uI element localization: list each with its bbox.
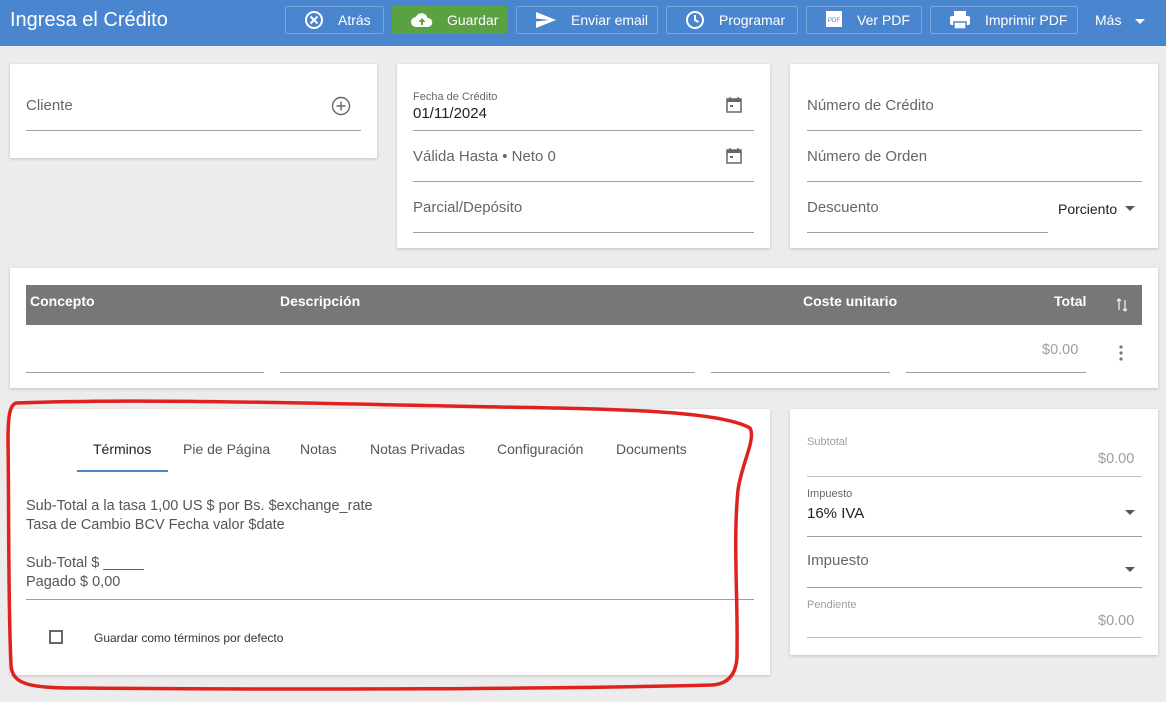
coste-unitario-input[interactable] xyxy=(711,372,890,373)
tax2-select-underline[interactable] xyxy=(807,587,1142,588)
subtotal-value: $0.00 xyxy=(1098,451,1135,467)
row-total-value: $0.00 xyxy=(1042,342,1079,358)
print-pdf-button[interactable]: Imprimir PDF xyxy=(930,6,1078,34)
view-pdf-label: Ver PDF xyxy=(857,12,910,28)
tax-small-label: Impuesto xyxy=(807,488,853,500)
valid-until-label: Válida Hasta • Neto 0 xyxy=(413,148,556,165)
pdf-icon: PDF xyxy=(826,11,842,27)
add-client-icon[interactable] xyxy=(331,96,351,116)
tab-configuracion[interactable]: Configuración xyxy=(497,441,583,457)
default-terms-checkbox[interactable] xyxy=(49,630,63,644)
sort-icon[interactable] xyxy=(1115,296,1129,314)
order-number-underline[interactable] xyxy=(807,181,1142,182)
calendar-icon[interactable] xyxy=(725,96,743,114)
pending-underline xyxy=(807,637,1142,638)
order-number-label: Número de Orden xyxy=(807,148,928,165)
client-field-underline[interactable] xyxy=(26,130,361,131)
concepto-input[interactable] xyxy=(26,372,264,373)
discount-type-select[interactable]: Porciento xyxy=(1058,201,1117,217)
svg-text:PDF: PDF xyxy=(828,18,840,24)
schedule-button[interactable]: Programar xyxy=(666,6,798,34)
client-label: Cliente xyxy=(26,97,73,114)
col-total: Total xyxy=(1054,293,1087,309)
valid-until-underline[interactable] xyxy=(413,181,754,182)
send-icon xyxy=(536,12,556,28)
view-pdf-button[interactable]: PDF Ver PDF xyxy=(806,6,922,34)
tab-notas-privadas[interactable]: Notas Privadas xyxy=(370,441,465,457)
discount-type-value: Porciento xyxy=(1058,201,1118,217)
printer-icon xyxy=(950,11,970,30)
save-button-label: Guardar xyxy=(447,12,499,28)
more-menu[interactable]: Más xyxy=(1095,12,1146,28)
tax2-label: Impuesto xyxy=(807,552,869,569)
tab-documents[interactable]: Documents xyxy=(616,441,687,457)
default-terms-label: Guardar como términos por defecto xyxy=(94,631,284,645)
send-email-button[interactable]: Enviar email xyxy=(516,6,658,34)
terms-line-1[interactable]: Sub-Total a la tasa 1,00 US $ por Bs. $e… xyxy=(26,498,373,514)
discount-label: Descuento xyxy=(807,199,879,216)
tax-select-underline[interactable] xyxy=(807,536,1142,537)
save-button[interactable]: Guardar xyxy=(392,6,508,34)
credit-number-label: Número de Crédito xyxy=(807,97,934,114)
discount-underline[interactable] xyxy=(807,232,1048,233)
chevron-down-icon xyxy=(1135,18,1146,24)
terms-underline xyxy=(26,599,754,600)
active-tab-indicator xyxy=(77,470,168,472)
print-pdf-label: Imprimir PDF xyxy=(985,12,1068,28)
col-concepto: Concepto xyxy=(30,293,95,309)
total-input xyxy=(906,372,1086,373)
terms-line-5[interactable]: Pagado $ 0,00 xyxy=(26,574,120,590)
pending-value: $0.00 xyxy=(1098,613,1135,629)
page-title: Ingresa el Crédito xyxy=(10,9,168,31)
top-bar: Ingresa el Crédito Atrás Guardar Enviar … xyxy=(0,0,1166,46)
terms-line-2[interactable]: Tasa de Cambio BCV Fecha valor $date xyxy=(26,517,285,533)
chevron-down-icon[interactable] xyxy=(1125,567,1135,572)
credit-number-underline[interactable] xyxy=(807,130,1142,131)
schedule-label: Programar xyxy=(719,12,786,28)
credit-date-underline xyxy=(413,130,754,131)
partial-deposit-label: Parcial/Depósito xyxy=(413,199,523,216)
cloud-upload-icon xyxy=(411,13,433,27)
send-email-label: Enviar email xyxy=(571,12,649,28)
subtotal-label: Subtotal xyxy=(807,436,848,448)
col-descripcion: Descripción xyxy=(280,293,361,309)
descripcion-input[interactable] xyxy=(280,372,695,373)
items-table-header: Concepto Descripción Coste unitario Tota… xyxy=(26,285,1142,325)
back-button[interactable]: Atrás xyxy=(285,6,384,34)
partial-deposit-underline[interactable] xyxy=(413,232,754,233)
more-vert-icon[interactable] xyxy=(1116,344,1126,364)
chevron-down-icon[interactable] xyxy=(1125,206,1135,211)
subtotal-underline xyxy=(807,476,1142,477)
chevron-down-icon[interactable] xyxy=(1125,510,1135,515)
tab-notas[interactable]: Notas xyxy=(300,441,337,457)
tab-pie-de-pagina[interactable]: Pie de Página xyxy=(183,441,270,457)
more-label: Más xyxy=(1095,12,1122,28)
back-button-label: Atrás xyxy=(338,12,371,28)
credit-date-value[interactable]: 01/11/2024 xyxy=(413,105,487,122)
pending-label: Pendiente xyxy=(807,599,857,611)
col-coste-unitario: Coste unitario xyxy=(803,293,898,309)
tab-terminos[interactable]: Términos xyxy=(93,441,151,457)
terms-line-4[interactable]: Sub-Total $ _____ xyxy=(26,555,144,571)
credit-date-label: Fecha de Crédito xyxy=(413,91,498,103)
close-circle-icon xyxy=(305,11,323,29)
tax-value[interactable]: 16% IVA xyxy=(807,505,864,522)
calendar-icon[interactable] xyxy=(725,147,743,165)
clock-icon xyxy=(686,11,704,29)
